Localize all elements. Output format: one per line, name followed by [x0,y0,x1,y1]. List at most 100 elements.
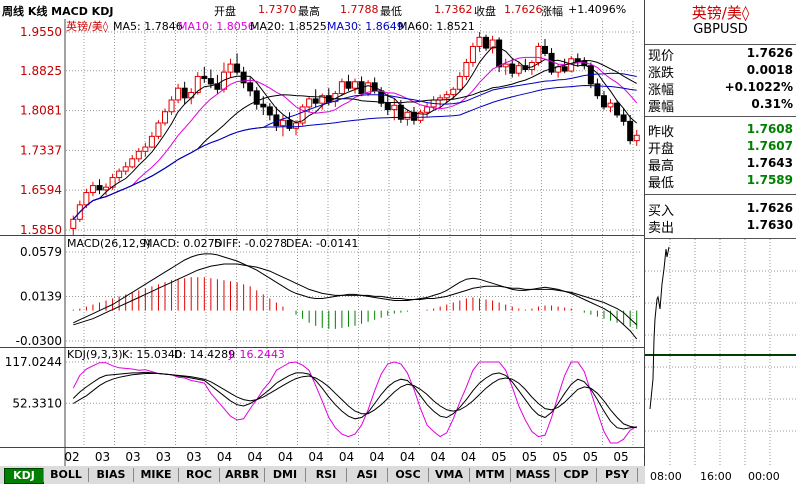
change-label: 涨幅 [541,5,563,18]
close-value: 1.7626 [504,3,543,16]
candle-body [404,111,411,120]
low-value: 1.7362 [434,3,473,16]
j-legend-value: J: 16.2443 [228,348,285,361]
indicator-tab-bar: KDJ BOLL BIAS MIKE ROC ARBR DMI RSI ASI OSC VMA MTM… [0,466,645,484]
tab-boll[interactable]: BOLL [45,468,87,482]
chart-area[interactable]: 1.9550 1.8825 1.8081 1.7337 1.6594 1.5850 英镑/美… [0,0,645,466]
candle-body [122,166,129,172]
x-tick-label: 03 [95,450,110,464]
x-tick-label: 04 [461,450,476,464]
tab-kdj[interactable]: KDJ [4,468,44,484]
open-label: 开盘 [214,5,236,18]
candle-body [515,65,522,74]
x-tick-label: 04 [308,450,323,464]
candle-body [607,102,614,108]
tab-roc[interactable]: ROC [180,468,218,482]
tab-dmi[interactable]: DMI [266,468,304,482]
quote-row-label: 最低 [648,176,675,191]
quote-row-label: 震幅 [648,100,675,115]
x-tick-label: 04 [430,450,445,464]
tab-vma[interactable]: VMA [430,468,468,482]
tab-osc[interactable]: OSC [389,468,427,482]
quote-row: 现价 1.7626 [645,44,796,64]
kline-y-tick-label: 1.9550 [20,25,62,39]
macd-y-tick-label: -0.0300 [16,334,62,348]
quote-row: 涨幅 +0.1022% [645,78,796,98]
quote-row: 最高 1.7643 [645,154,796,174]
candle-body [535,45,542,64]
candle-body [384,102,391,111]
x-tick-label: 03 [156,450,171,464]
candle-body [247,82,254,92]
tab-bias[interactable]: BIAS [90,468,132,482]
candle-body [496,39,503,68]
candle-body [70,218,77,229]
quote-divider [645,116,796,117]
tab-rsi[interactable]: RSI [307,468,345,482]
x-tick-label: 05 [613,450,628,464]
high-value: 1.7788 [340,3,379,16]
tab-separator [596,468,597,482]
candle-body [391,104,398,111]
candle-body [456,75,463,90]
quote-row-value: 1.7630 [746,218,793,232]
tab-separator [555,468,556,482]
x-tick-label: 03 [186,450,201,464]
ma5-legend: MA5: 1.7846 [113,20,183,33]
macd-y-tick-label: 0.0139 [20,290,62,304]
change-value: +1.4096% [568,3,627,16]
candle-body [306,98,313,108]
close-label: 收盘 [474,5,496,18]
tab-mike[interactable]: MIKE [135,468,177,482]
kline-y-tick-label: 1.5850 [20,223,62,237]
x-tick-label: 04 [369,450,384,464]
candle-body [293,122,300,129]
candle-body [175,87,182,101]
quote-row: 昨收 1.7608 [645,120,796,140]
candle-body [207,78,214,85]
x-tick-label: 04 [400,450,415,464]
candle-body [162,111,168,124]
dea-legend-value: DEA: -0.0141 [286,237,358,250]
quote-panel: 英镑/美◊ GBPUSD 现价 1.7626 涨跌 0.0018 涨幅 +0.1022% 震… [645,0,796,484]
quote-row-value: 1.7589 [746,173,793,187]
kline-y-tick-label: 1.8825 [20,64,62,78]
tab-separator [346,468,347,482]
tab-separator [133,468,134,482]
quote-row-value: +0.1022% [724,80,793,94]
quote-title: 英镑/美◊ [691,4,750,22]
candle-body [620,114,627,122]
tab-arbr[interactable]: ARBR [221,468,263,482]
tab-cdp[interactable]: CDP [557,468,595,482]
intraday-mini-chart[interactable] [645,238,796,466]
diff-legend-value: DIFF: -0.0278 [214,237,287,250]
candle-body [502,63,509,68]
tab-asi[interactable]: ASI [348,468,386,482]
candle-body [633,134,640,142]
tab-mtm[interactable]: MTM [471,468,509,482]
tab-psy[interactable]: PSY [598,468,636,482]
quote-divider [645,194,796,195]
quote-row: 震幅 0.31% [645,95,796,115]
kdj-y-tick-label: 52.3310 [12,396,62,410]
tab-mass[interactable]: MASS [512,468,554,482]
candle-body [345,81,352,89]
x-tick-label: 05 [522,450,537,464]
candle-body [181,87,188,99]
candle-body [168,99,175,113]
candle-body [561,66,568,72]
x-tick-label: 03 [125,450,140,464]
tab-separator [43,468,44,482]
quote-row: 涨跌 0.0018 [645,61,796,81]
candle-body [483,36,490,49]
x-tick-label: 05 [552,450,567,464]
candle-body [155,122,162,137]
macd-legend-value: MACD: 0.0275 [143,237,222,250]
macd-legend-title: MACD(26,12,9) [67,237,151,250]
kline-y-tick-label: 1.7337 [20,143,62,157]
x-tick-label: 04 [339,450,354,464]
tab-separator [387,468,388,482]
x-tick-label: 05 [491,450,506,464]
quote-row-value: 1.7626 [746,46,793,60]
low-label: 最低 [380,5,402,18]
